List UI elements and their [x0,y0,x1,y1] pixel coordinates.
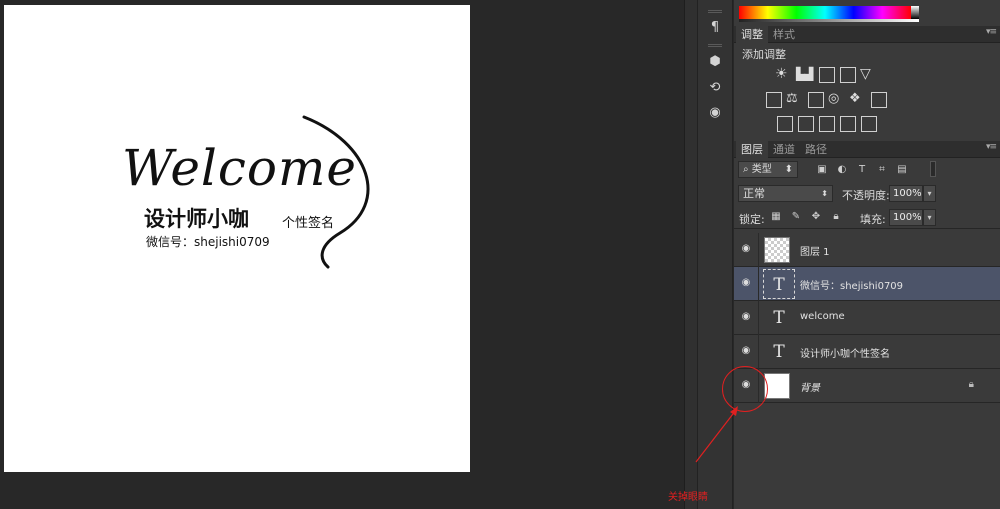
tab-adjustments[interactable]: 调整 [736,26,768,43]
selective-color-icon[interactable] [861,116,877,132]
tab-channels[interactable]: 通道 [768,141,800,158]
decorative-swirl [302,115,370,269]
tab-paths[interactable]: 路径 [800,141,832,158]
right-panels: 调整 样式 ▾≡ 添加调整 ☀ ▙▟ ▽ ⚖ ◎ ❖ 图层 通道 路径 ▾≡ ⌕… [734,0,1000,509]
visibility-eye-icon[interactable]: ◉ [738,275,754,291]
divider [758,301,759,335]
levels-icon[interactable]: ▙▟ [796,67,813,81]
adjustment-filter-icon[interactable]: ◐ [836,164,848,176]
lock-label: 锁定: [739,213,765,226]
curves-icon[interactable] [819,67,835,83]
adjustment-row-2: ⚖ ◎ ❖ [734,91,1000,110]
layer-name[interactable]: 图层 1 [800,243,830,258]
brightness-icon[interactable]: ☀ [775,66,788,82]
3d-icon[interactable]: ⬢ [705,52,725,72]
designer-title: 设计师小咖 [144,207,249,231]
strip-grip[interactable] [708,44,722,47]
color-balance-icon[interactable]: ⚖ [786,91,798,106]
visibility-eye-icon[interactable]: ◉ [738,309,754,325]
panel-menu-icon[interactable]: ▾≡ [986,27,997,37]
color-lookup-icon[interactable] [871,92,887,108]
photo-filter-icon[interactable]: ◎ [828,91,839,106]
lock-transparency-icon[interactable]: ▦ [770,211,782,223]
type-layer-icon: T [773,342,785,362]
adjustment-row-1: ☀ ▙▟ ▽ [734,66,1000,85]
blend-mode-select[interactable]: 正常 ⬍ [738,185,833,202]
divider [758,267,759,301]
document-workspace: Welcome 设计师小咖 个性签名 微信号：shejishi0709 [0,0,684,509]
divider [758,233,759,267]
tab-layers[interactable]: 图层 [736,141,768,158]
vibrance-icon[interactable]: ▽ [860,66,871,82]
threshold-icon[interactable] [819,116,835,132]
visibility-eye-icon[interactable]: ◉ [738,241,754,257]
layer-row[interactable]: ◉ T welcome [734,301,1000,335]
invert-icon[interactable] [777,116,793,132]
layer-row[interactable]: ◉ T 设计师小咖个性签名 [734,335,1000,369]
layer-kind-value: 类型 [751,164,772,175]
hue-saturation-icon[interactable] [766,92,782,108]
layer-name[interactable]: 背景 [800,379,820,394]
grayscale-ramp[interactable] [739,19,919,22]
fill-dropdown-icon[interactable]: ▾ [923,209,936,226]
document-canvas[interactable]: Welcome 设计师小咖 个性签名 微信号：shejishi0709 [4,5,470,472]
paragraph-icon[interactable]: ¶ [705,18,725,38]
lock-position-icon[interactable]: ✥ [810,211,822,223]
panel-menu-icon[interactable]: ▾≡ [986,142,997,152]
adjustments-tabbar: 调整 样式 ▾≡ [734,26,1000,43]
divider [758,335,759,369]
blend-mode-value: 正常 [743,187,765,200]
lock-row: 锁定: ▦ ✎ ✥ 🔒︎ 填充: 100% ▾ [734,207,1000,229]
layer-row-selected[interactable]: ◉ T 微信号：shejishi0709 [734,267,1000,301]
gradient-map-icon[interactable] [840,116,856,132]
shape-filter-icon[interactable]: ⌗ [876,164,888,176]
wechat-id-text: 微信号：shejishi0709 [146,235,270,249]
strip-grip[interactable] [708,10,722,13]
add-adjustment-label: 添加调整 [742,48,786,61]
type-layer-icon: T [763,269,795,299]
smart-object-filter-icon[interactable]: ▤ [896,164,908,176]
layer-name[interactable]: 微信号：shejishi0709 [800,277,903,292]
chevron-down-icon: ⬍ [784,164,793,175]
layer-kind-select[interactable]: ⌕ 类型 ⬍ [738,161,798,178]
annotation-arrow [695,406,738,463]
layers-tabbar: 图层 通道 路径 ▾≡ [734,141,1000,158]
filter-toggle[interactable] [930,161,936,177]
type-filter-icon[interactable]: T [856,164,868,176]
fill-label: 填充: [860,213,886,226]
search-icon: ⌕ [743,164,752,175]
layer-name[interactable]: 设计师小咖个性签名 [800,345,890,360]
channel-mixer-icon[interactable]: ❖ [849,91,861,106]
layer-row-background[interactable]: ◉ 背景 🔒︎ [734,369,1000,403]
brush-preset-icon[interactable]: ◉ [705,103,725,123]
opacity-dropdown-icon[interactable]: ▾ [923,185,936,202]
chevron-down-icon: ⬍ [821,189,828,198]
history-icon[interactable]: ⟲ [705,78,725,98]
adjustment-row-3 [734,116,1000,134]
lock-all-icon[interactable]: 🔒︎ [830,211,842,223]
layer-row[interactable]: ◉ 图层 1 [734,233,1000,267]
blend-row: 正常 ⬍ 不透明度: 100% ▾ [734,183,1000,205]
type-layer-icon: T [773,308,785,328]
opacity-label: 不透明度: [842,189,890,202]
signature-subtitle: 个性签名 [282,216,335,231]
annotation-label: 关掉眼睛 [668,492,708,503]
layer-name[interactable]: welcome [800,311,845,322]
exposure-icon[interactable] [840,67,856,83]
pixel-filter-icon[interactable]: ▣ [816,164,828,176]
lock-icon: 🔒︎ [968,379,974,390]
black-white-icon[interactable] [808,92,824,108]
lock-paint-icon[interactable]: ✎ [790,211,802,223]
tab-styles[interactable]: 样式 [768,26,800,43]
opacity-field[interactable]: 100% [889,185,923,202]
layer-thumbnail [764,237,790,263]
posterize-icon[interactable] [798,116,814,132]
visibility-eye-icon[interactable]: ◉ [738,343,754,359]
fill-field[interactable]: 100% [889,209,923,226]
color-spectrum[interactable] [739,6,919,19]
layers-filter-bar: ⌕ 类型 ⬍ ▣ ◐ T ⌗ ▤ [734,157,1000,183]
